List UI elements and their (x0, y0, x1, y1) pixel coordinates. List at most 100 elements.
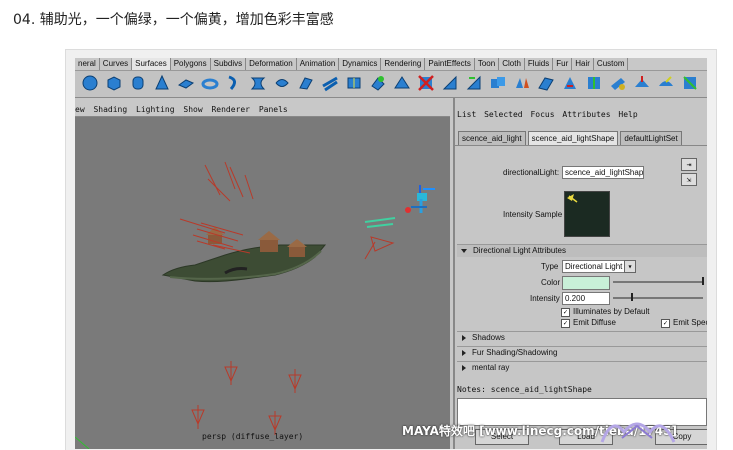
house-model-3 (287, 239, 307, 257)
bevel-icon[interactable] (393, 74, 411, 92)
trim-icon[interactable] (441, 74, 459, 92)
nurbs-cube-icon[interactable] (105, 74, 123, 92)
light-type-select[interactable]: Directional Light (562, 260, 630, 273)
shelf-tab-custom[interactable]: Custom (594, 58, 629, 70)
collapse-icon (462, 349, 466, 356)
emit-diffuse-label: Emit Diffuse (573, 318, 616, 327)
color-slider[interactable] (613, 281, 703, 283)
color-slider-handle[interactable] (702, 277, 704, 285)
viewport-scene[interactable] (75, 117, 450, 449)
attach-icon[interactable] (489, 74, 507, 92)
emit-specular-label: Emit Spec (673, 318, 707, 327)
shelf-tab-rendering[interactable]: Rendering (381, 58, 426, 70)
ae-menu-help[interactable]: Help (618, 110, 637, 119)
shelf-icons (75, 71, 707, 98)
nurbs-cone-icon[interactable] (153, 74, 171, 92)
insert-isoparm-icon[interactable] (585, 74, 603, 92)
shelf-tab-fur[interactable]: Fur (553, 58, 573, 70)
directional-light-label: directionalLight: (503, 168, 560, 177)
color-label: Color (541, 278, 561, 287)
viewport-menu-panels[interactable]: Panels (259, 105, 288, 114)
birail-icon[interactable] (321, 74, 339, 92)
view-axis-gizmo (405, 185, 435, 213)
intensity-label: Intensity (530, 294, 560, 303)
nurbs-cylinder-icon[interactable] (129, 74, 147, 92)
point-light-2 (288, 369, 302, 393)
tab-light-shape[interactable]: scence_aid_lightShape (527, 131, 619, 145)
shelf-tab-general[interactable]: neral (75, 58, 100, 70)
notes-label: Notes: scence_aid_lightShape (457, 385, 592, 394)
node-tabs: scence_aid_light scence_aid_lightShape d… (458, 131, 684, 145)
emit-specular-checkbox[interactable]: ✓ (661, 319, 670, 328)
viewport-menu-show[interactable]: Show (183, 105, 202, 114)
chevron-down-icon[interactable]: ▾ (624, 260, 636, 273)
shelf-tab-hair[interactable]: Hair (572, 58, 594, 70)
viewport-menu-view[interactable]: ew (75, 105, 85, 114)
shelf-tab-bar: neral Curves Surfaces Polygons Subdivs D… (75, 58, 707, 71)
untrim-icon[interactable] (465, 74, 483, 92)
loft-icon[interactable] (249, 74, 267, 92)
shelf-tab-fluids[interactable]: Fluids (525, 58, 554, 70)
section-directional-light[interactable]: Directional Light Attributes (457, 244, 707, 257)
open-close-icon[interactable] (561, 74, 579, 92)
ae-menu-focus[interactable]: Focus (530, 110, 554, 119)
nurbs-sphere-icon[interactable] (81, 74, 99, 92)
shelf-tab-dynamics[interactable]: Dynamics (339, 58, 382, 70)
extrude-icon[interactable] (297, 74, 315, 92)
sculpt-icon[interactable] (657, 74, 675, 92)
viewport-menu-renderer[interactable]: Renderer (211, 105, 250, 114)
shelf-tab-surfaces[interactable]: Surfaces (132, 58, 171, 70)
illuminates-label: Illuminates by Default (573, 307, 650, 316)
illuminates-checkbox[interactable]: ✓ (561, 308, 570, 317)
revolve-icon[interactable] (225, 74, 243, 92)
planar-icon[interactable] (273, 74, 291, 92)
emit-diffuse-checkbox[interactable]: ✓ (561, 319, 570, 328)
shelf-tab-polygons[interactable]: Polygons (171, 58, 211, 70)
light-name-field[interactable]: scence_aid_lightShape (562, 166, 644, 179)
shelf-tab-painteffects[interactable]: PaintEffects (425, 58, 475, 70)
light-sample-icon (567, 194, 578, 203)
intensity-slider[interactable] (613, 297, 703, 299)
intensity-slider-handle[interactable] (630, 293, 633, 301)
boundary-icon[interactable] (345, 74, 363, 92)
viewport-menu-shading[interactable]: Shading (93, 105, 127, 114)
focus-input-icon[interactable]: ⇥ (681, 158, 697, 171)
shelf-tab-curves[interactable]: Curves (100, 58, 133, 70)
nurbs-torus-icon[interactable] (201, 74, 219, 92)
green-fill-light (364, 217, 396, 228)
extend-icon[interactable] (609, 74, 627, 92)
align-icon[interactable] (537, 74, 555, 92)
shelf-tab-animation[interactable]: Animation (297, 58, 340, 70)
nurbs-plane-icon[interactable] (177, 74, 195, 92)
rebuild-icon[interactable] (681, 74, 699, 92)
ae-menu-list[interactable]: List (457, 110, 476, 119)
focus-output-icon[interactable]: ⇲ (681, 173, 697, 186)
intensity-sample-swatch (564, 191, 610, 237)
section-shadows[interactable]: Shadows (457, 331, 707, 344)
shelf-tab-toon[interactable]: Toon (475, 58, 500, 70)
attribute-editor-menu: List Selected Focus Attributes Help (457, 110, 641, 119)
shelf-tab-cloth[interactable]: Cloth (499, 58, 525, 70)
house-model-2 (258, 231, 280, 252)
expand-icon (461, 248, 467, 253)
detach-icon[interactable] (513, 74, 531, 92)
point-light-1 (224, 361, 238, 385)
section-mental-ray[interactable]: mental ray (457, 361, 707, 374)
ae-menu-selected[interactable]: Selected (484, 110, 523, 119)
tab-default-light-set[interactable]: defaultLightSet (620, 131, 682, 145)
ae-menu-attributes[interactable]: Attributes (562, 110, 610, 119)
camera-label: persp (diffuse_layer) (202, 432, 304, 441)
delete-history-icon[interactable] (417, 74, 435, 92)
light-color-swatch[interactable] (562, 276, 610, 290)
collapse-icon (462, 364, 466, 371)
square-surface-icon[interactable] (369, 74, 387, 92)
offset-icon[interactable] (633, 74, 651, 92)
section-fur-shading[interactable]: Fur Shading/Shadowing (457, 346, 707, 359)
viewport-menu-lighting[interactable]: Lighting (136, 105, 175, 114)
tab-light-transform[interactable]: scence_aid_light (458, 131, 526, 145)
shelf-tab-subdivs[interactable]: Subdivs (211, 58, 247, 70)
attribute-editor: List Selected Focus Attributes Help scen… (453, 98, 707, 449)
perspective-viewport[interactable] (75, 117, 450, 449)
intensity-field[interactable]: 0.200 (562, 292, 610, 305)
shelf-tab-deformation[interactable]: Deformation (246, 58, 297, 70)
